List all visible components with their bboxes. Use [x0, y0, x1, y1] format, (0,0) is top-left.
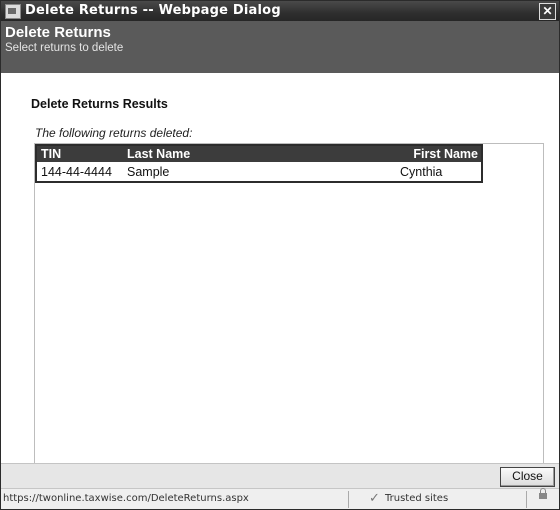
dialog-title: Delete Returns [5, 24, 111, 41]
dialog-header: Delete Returns Select returns to delete [1, 21, 559, 73]
title-bar: Delete Returns -- Webpage Dialog ✕ [1, 1, 559, 21]
status-divider [348, 491, 349, 508]
dialog-content: Delete Returns Results The following ret… [1, 73, 559, 509]
results-table: TIN Last Name First Name 144-44-4444 Sam… [35, 144, 483, 183]
column-header-first-name: First Name [396, 145, 482, 162]
results-note: The following returns deleted: [35, 126, 193, 140]
dialog-subtitle: Select returns to delete [5, 42, 124, 54]
button-bar: Close [1, 463, 559, 488]
column-header-last-name: Last Name [123, 145, 396, 162]
lock-icon [539, 488, 547, 499]
results-heading: Delete Returns Results [31, 97, 168, 111]
table-row[interactable]: 144-44-4444 Sample Cynthia [36, 162, 482, 182]
cell-last-name: Sample [127, 164, 170, 179]
cell-tin: 144-44-4444 [41, 164, 112, 179]
security-zone: Trusted sites [385, 493, 449, 504]
status-bar: https://twonline.taxwise.com/DeleteRetur… [1, 488, 559, 509]
browser-window-icon [5, 4, 21, 19]
cell-first-name: Cynthia [400, 164, 443, 179]
table-header-row: TIN Last Name First Name [36, 145, 482, 162]
status-divider [526, 491, 527, 508]
results-panel: TIN Last Name First Name 144-44-4444 Sam… [34, 143, 544, 509]
checkmark-icon: ✓ [369, 491, 380, 506]
window-title: Delete Returns -- Webpage Dialog [25, 3, 281, 18]
dialog-window: Delete Returns -- Webpage Dialog ✕ Delet… [0, 0, 560, 510]
status-url: https://twonline.taxwise.com/DeleteRetur… [3, 493, 249, 504]
column-header-tin: TIN [36, 145, 123, 162]
window-close-button[interactable]: ✕ [539, 3, 556, 20]
close-button[interactable]: Close [500, 467, 555, 487]
